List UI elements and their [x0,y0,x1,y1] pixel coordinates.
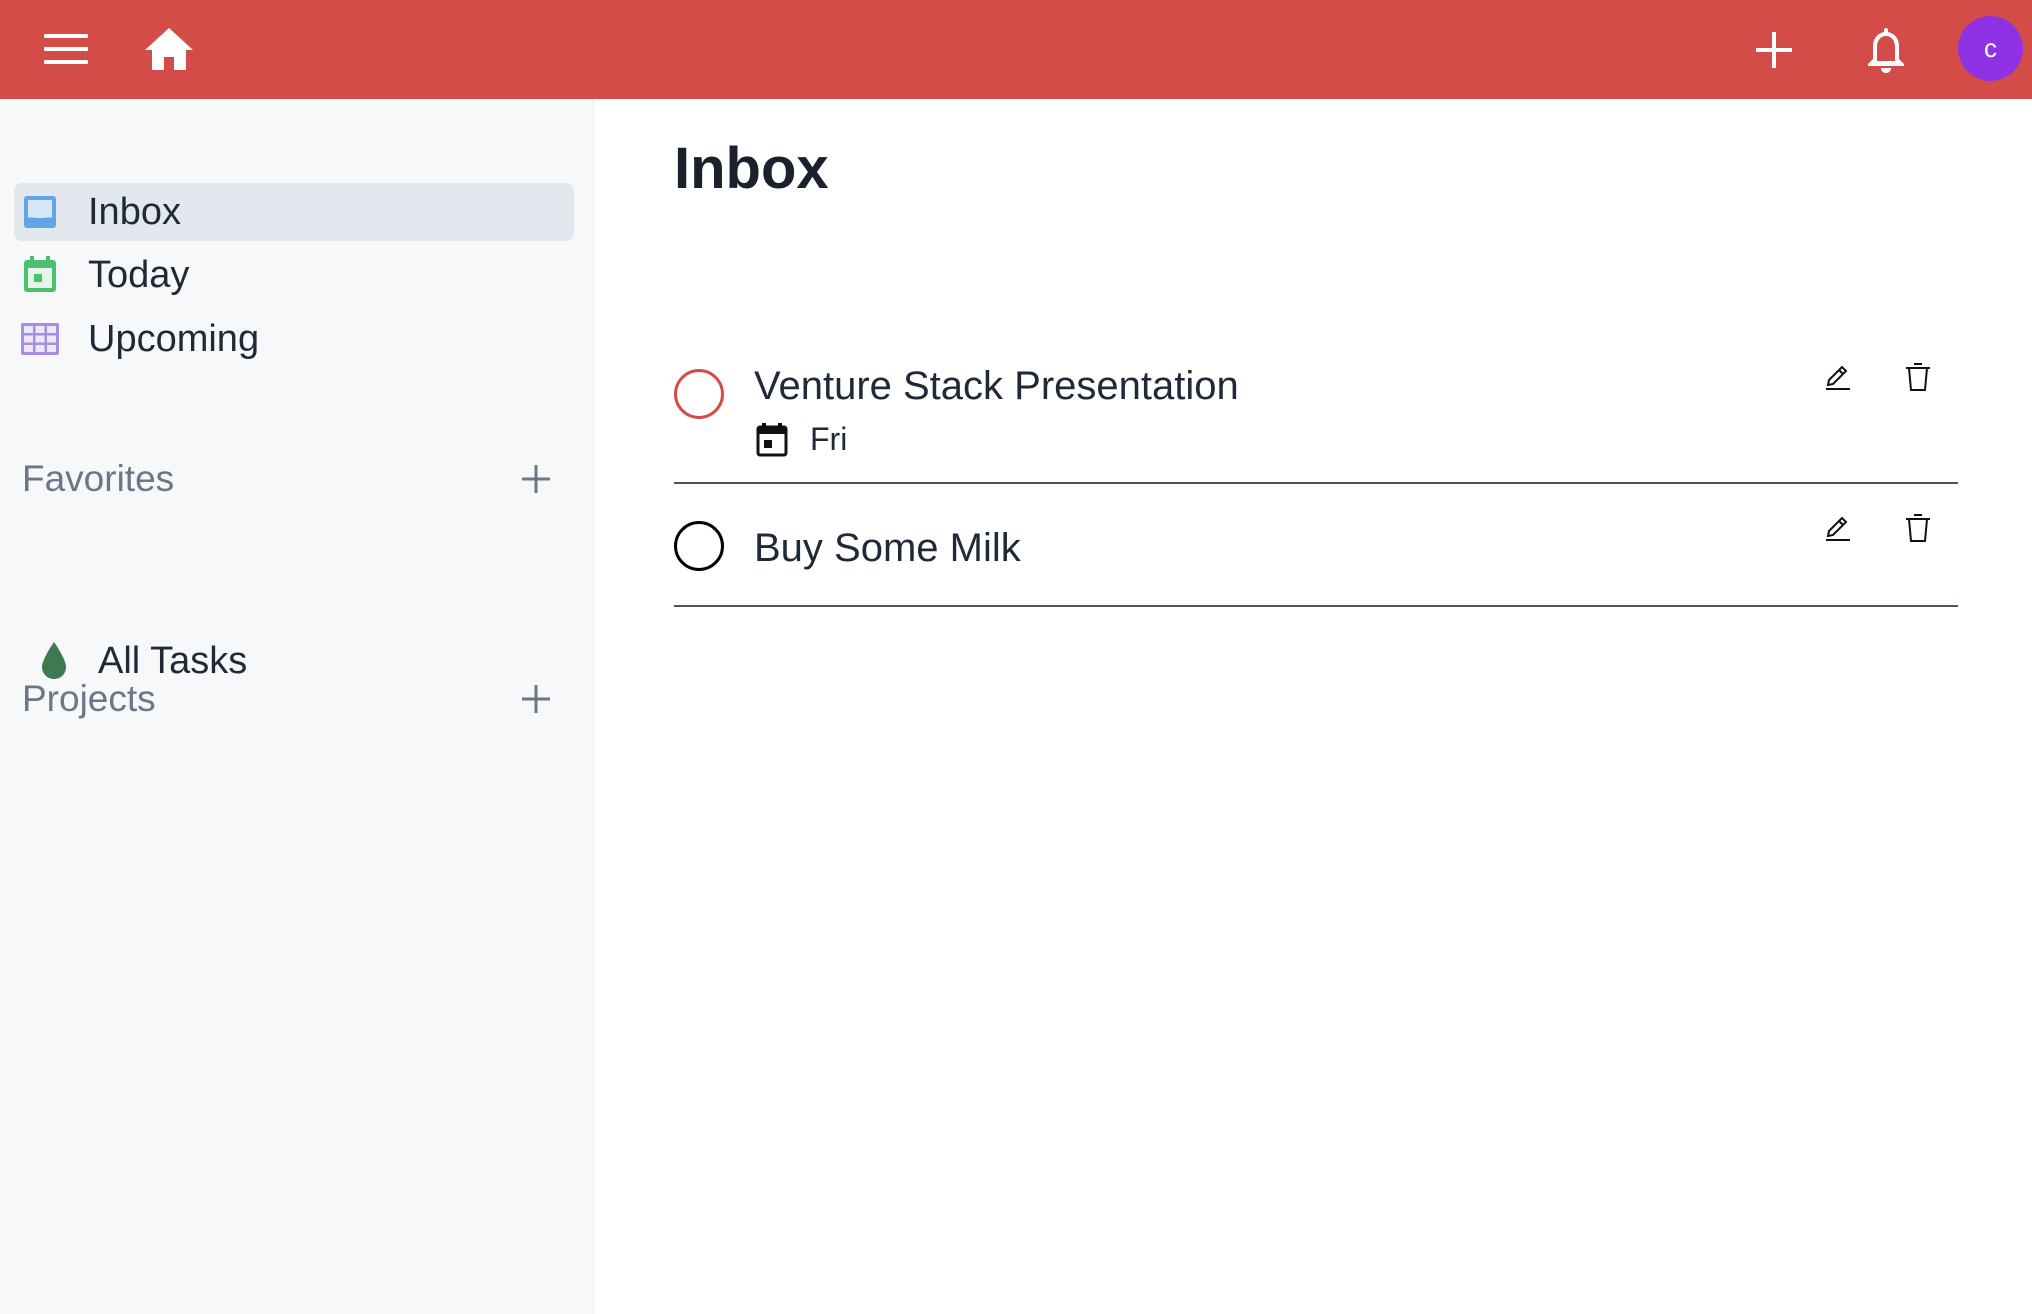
sidebar-item-today[interactable]: Today [14,246,574,304]
user-avatar[interactable]: c [1958,16,2023,81]
task-due-label: Fri [810,421,848,457]
calendar-icon [754,422,790,458]
pencil-icon [1826,516,1850,541]
task-title: Buy Some Milk [754,526,1021,570]
delete-task-button[interactable] [1896,355,1940,399]
trash-icon [1906,514,1930,542]
sidebar: Inbox Today Upcoming Favorites All Tasks… [0,99,594,1314]
hamburger-menu-icon [44,34,88,64]
home-button[interactable] [133,17,205,81]
main-content: Inbox Venture Stack Presentation Fri Buy… [594,99,2032,1314]
inbox-icon [18,190,62,234]
sidebar-item-label: Inbox [88,190,181,233]
add-task-button[interactable] [1738,18,1810,82]
task-due-date: Fri [754,421,847,458]
sidebar-item-upcoming[interactable]: Upcoming [14,310,574,368]
task-item[interactable]: Venture Stack Presentation Fri [674,259,1958,484]
projects-title: Projects [22,678,156,719]
top-bar: c [0,0,2032,99]
page-title: Inbox [674,136,829,201]
avatar-initial: c [1984,33,1997,63]
sidebar-item-label: Upcoming [88,317,260,360]
favorites-title: Favorites [22,458,175,499]
task-complete-checkbox[interactable] [674,521,724,571]
notifications-button[interactable] [1850,18,1922,82]
add-favorite-button[interactable] [510,453,562,505]
menu-button[interactable] [30,20,102,78]
calendar-grid-icon [18,317,62,361]
favorites-section-header: Favorites [22,449,562,509]
delete-task-button[interactable] [1896,506,1940,550]
sidebar-item-label: Today [88,253,190,296]
edit-task-button[interactable] [1816,355,1860,399]
plus-icon [522,685,550,713]
edit-task-button[interactable] [1816,506,1860,550]
add-project-button[interactable] [510,673,562,725]
trash-icon [1906,363,1930,391]
task-title: Venture Stack Presentation [754,364,1239,408]
task-complete-checkbox[interactable] [674,369,724,419]
pencil-icon [1826,365,1850,390]
plus-icon [1756,32,1792,68]
bell-icon [1868,28,1904,73]
task-item[interactable]: Buy Some Milk [674,484,1958,607]
home-icon [145,28,193,70]
sidebar-item-inbox[interactable]: Inbox [14,183,574,241]
calendar-today-icon [18,253,62,297]
projects-section-header: Projects [22,669,562,729]
plus-icon [522,465,550,493]
